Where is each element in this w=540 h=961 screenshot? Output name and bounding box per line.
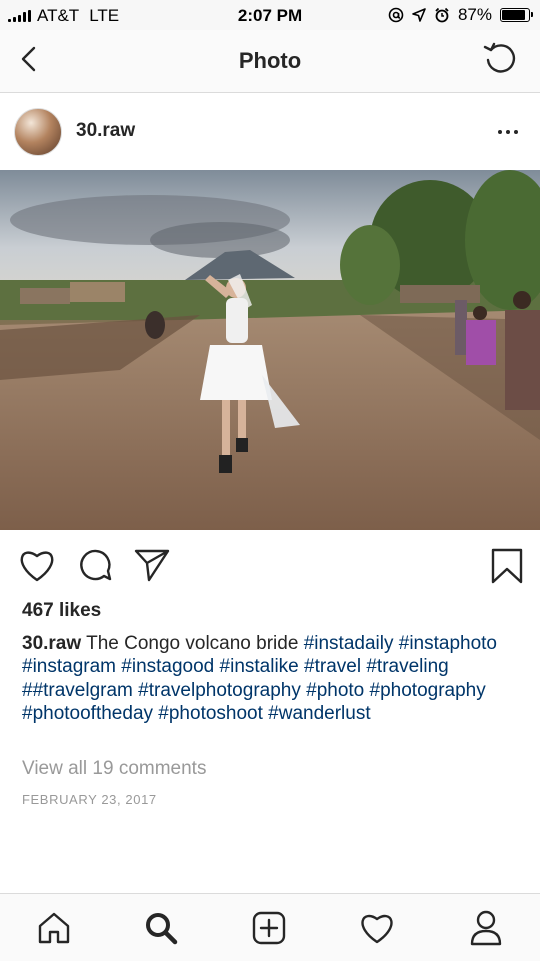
location-arrow-icon — [412, 8, 426, 22]
post-photo[interactable] — [0, 170, 540, 530]
hashtag[interactable]: #traveling — [366, 656, 448, 677]
tab-add-post[interactable] — [247, 906, 291, 950]
view-comments-link[interactable]: View all 19 comments — [22, 758, 206, 780]
refresh-icon[interactable] — [482, 41, 520, 79]
likes-count[interactable]: 467 likes — [22, 600, 101, 622]
tab-activity[interactable] — [355, 906, 399, 950]
bookmark-icon[interactable] — [490, 547, 524, 585]
hashtag[interactable]: #instadaily — [304, 633, 394, 654]
post-actions — [0, 540, 540, 590]
battery-icon — [500, 8, 533, 22]
alarm-icon — [435, 7, 449, 23]
home-icon — [38, 912, 70, 944]
caption-username[interactable]: 30.raw — [22, 633, 81, 654]
status-bar: AT&T LTE 2:07 PM 87% — [0, 0, 540, 30]
hashtag[interactable]: #travelphotography — [138, 680, 301, 701]
hashtag[interactable]: #photography — [370, 680, 486, 701]
post-date: FEBRUARY 23, 2017 — [22, 792, 157, 807]
photo-scene — [0, 170, 540, 530]
hashtag[interactable]: #instaphoto — [399, 633, 497, 654]
status-icons: 87% — [388, 5, 533, 25]
add-post-icon — [252, 911, 286, 945]
hashtag[interactable]: #instalike — [220, 656, 299, 677]
more-dots-icon[interactable] — [496, 120, 520, 144]
post-caption: 30.raw The Congo volcano bride #instadai… — [22, 632, 527, 725]
battery-percent: 87% — [457, 5, 492, 24]
caption-text: The Congo volcano bride — [86, 633, 299, 654]
hashtag[interactable]: #travel — [304, 656, 361, 677]
search-icon — [146, 913, 178, 945]
tab-profile[interactable] — [464, 906, 508, 950]
at-sign-icon — [388, 7, 404, 23]
share-icon[interactable] — [133, 547, 171, 583]
hashtag[interactable]: #wanderlust — [268, 703, 370, 724]
navigation-bar: Photo — [0, 30, 540, 93]
hashtag[interactable]: #photo — [306, 680, 364, 701]
tab-bar — [0, 893, 540, 961]
hashtag[interactable]: #photooftheday — [22, 703, 153, 724]
avatar[interactable] — [14, 108, 62, 156]
post-username[interactable]: 30.raw — [76, 120, 135, 142]
profile-icon — [470, 910, 502, 946]
hashtag[interactable]: ##travelgram — [22, 680, 133, 701]
hashtag[interactable]: #instagram — [22, 656, 116, 677]
tab-home[interactable] — [32, 906, 76, 950]
tab-search[interactable] — [139, 906, 183, 950]
post-header: 30.raw — [0, 96, 540, 166]
page-title: Photo — [238, 48, 302, 73]
hashtag[interactable]: #photoshoot — [158, 703, 263, 724]
comment-icon[interactable] — [77, 547, 113, 583]
heart-icon[interactable] — [18, 547, 56, 583]
activity-heart-icon — [361, 914, 393, 944]
hashtag[interactable]: #instagood — [121, 656, 214, 677]
